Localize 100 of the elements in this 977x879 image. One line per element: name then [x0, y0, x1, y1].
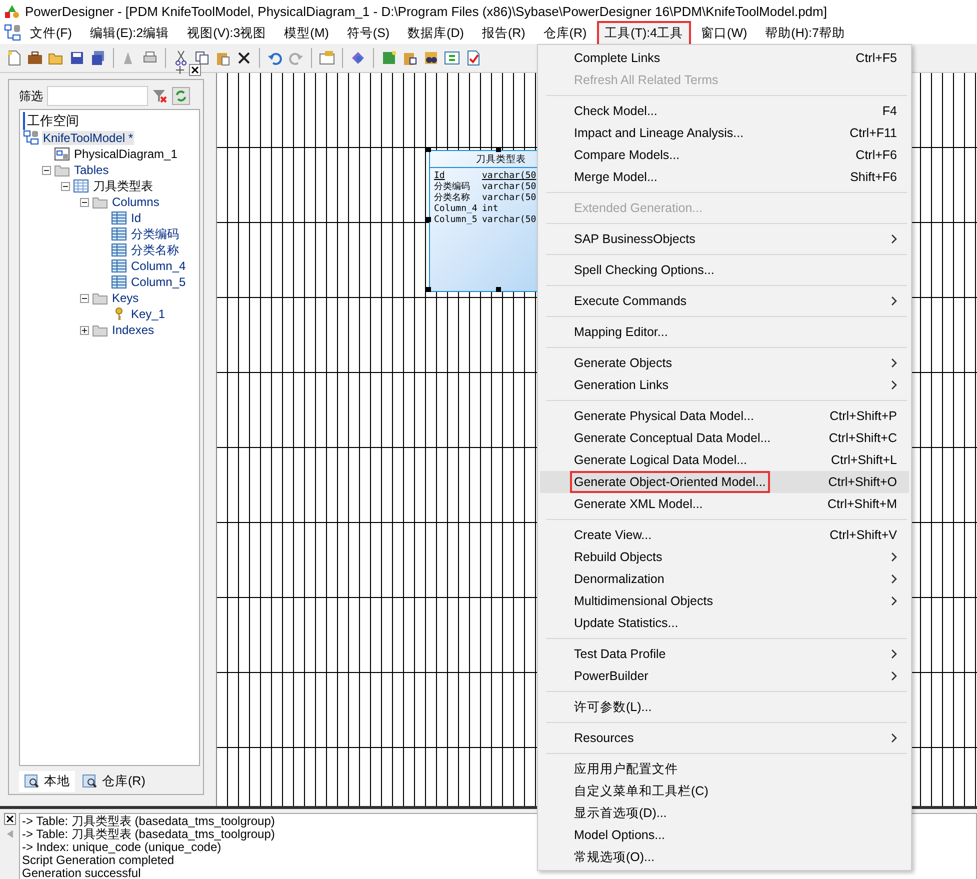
menu-item[interactable]: Generate Physical Data Model... Ctrl+Shift+P: [540, 405, 909, 427]
tree-item[interactable]: 分类名称: [130, 242, 180, 258]
delete-icon[interactable]: [236, 50, 252, 66]
menu-item[interactable]: 显示首选项(D)...: [540, 802, 909, 824]
copy-icon[interactable]: [194, 50, 210, 66]
menu-item[interactable]: Generate Logical Data Model... Ctrl+Shift+L: [540, 449, 909, 471]
binoculars-icon[interactable]: [423, 50, 439, 66]
menu-item[interactable]: Create View... Ctrl+Shift+V: [540, 524, 909, 546]
output-line: -> Table: 刀具类型表 (basedata_tms_toolgroup): [22, 815, 275, 828]
collapse-icon[interactable]: [80, 294, 89, 302]
menu-item[interactable]: Impact and Lineage Analysis... Ctrl+F11: [540, 122, 909, 144]
menu-item[interactable]: 仓库(R): [535, 20, 595, 46]
new-document-icon[interactable]: [6, 50, 22, 66]
menu-item[interactable]: PowerBuilder: [540, 665, 909, 687]
menu-item[interactable]: Complete Links Ctrl+F5: [540, 47, 909, 69]
properties-icon[interactable]: [319, 50, 335, 66]
table-icon: [73, 178, 89, 194]
menu-item[interactable]: Compare Models... Ctrl+F6: [540, 144, 909, 166]
menu-item[interactable]: Check Model... F4: [540, 100, 909, 122]
menu-item[interactable]: Generate Objects: [540, 352, 909, 374]
model-tree-icon[interactable]: [4, 24, 22, 42]
menu-item[interactable]: SAP BusinessObjects: [540, 228, 909, 250]
selection-handle[interactable]: [426, 147, 431, 152]
refresh-icon[interactable]: [444, 50, 460, 66]
tree-item[interactable]: Id: [130, 211, 142, 225]
menu-item[interactable]: Model Options...: [540, 824, 909, 846]
tree-item[interactable]: Keys: [111, 291, 140, 305]
menu-item[interactable]: 应用用户配置文件: [540, 758, 909, 780]
panel-tab[interactable]: 仓库(R): [77, 770, 150, 792]
menu-item[interactable]: 工具(T):4工具: [596, 20, 692, 46]
help-icon[interactable]: [350, 50, 366, 66]
panel-tab[interactable]: 本地: [19, 770, 75, 792]
menu-item[interactable]: Generate XML Model... Ctrl+Shift+M: [540, 493, 909, 515]
shortcut-label: F4: [882, 104, 897, 118]
selection-handle[interactable]: [496, 147, 501, 152]
column-icon: [111, 226, 127, 242]
menu-item[interactable]: 报告(R): [474, 20, 534, 46]
tree-item[interactable]: Tables: [73, 163, 110, 177]
table-entity[interactable]: 刀具类型表 Id varchar(50 分类编码 varchar(50 分类名称 varchar(50 Column_4 int Column_5 varchar(50: [429, 150, 539, 292]
menu-item[interactable]: 文件(F): [22, 20, 80, 46]
menu-item[interactable]: 自定义菜单和工具栏(C): [540, 780, 909, 802]
menu-item[interactable]: Generate Object-Oriented Model... Ctrl+Shift+O: [540, 471, 909, 493]
paste-icon[interactable]: [215, 50, 231, 66]
collapse-icon[interactable]: [80, 198, 89, 206]
tree-item[interactable]: Indexes: [111, 323, 156, 337]
tree-item[interactable]: Column_4: [130, 259, 187, 273]
undo-icon[interactable]: [267, 50, 283, 66]
shortcut-label: Ctrl+Shift+C: [828, 431, 897, 445]
tree-item[interactable]: Column_5: [130, 275, 187, 289]
menu-item[interactable]: 许可参数(L)...: [540, 696, 909, 718]
shortcut-label: Ctrl+Shift+L: [830, 453, 897, 467]
menu-item[interactable]: 数据库(D): [400, 20, 472, 46]
close-icon[interactable]: [189, 64, 201, 76]
menu-item[interactable]: 窗口(W): [693, 20, 756, 46]
filter-field[interactable]: [47, 86, 148, 106]
menu-item[interactable]: Denormalization: [540, 568, 909, 590]
tree-item[interactable]: KnifeToolModel *: [42, 131, 134, 145]
check-document-icon[interactable]: [465, 50, 481, 66]
tree-item[interactable]: 刀具类型表: [92, 178, 154, 194]
menu-item[interactable]: 模型(M): [276, 20, 337, 46]
refresh-icon[interactable]: [172, 87, 190, 105]
menu-item[interactable]: Spell Checking Options...: [540, 259, 909, 281]
collapse-icon[interactable]: [42, 166, 51, 174]
briefcase-icon[interactable]: [27, 50, 43, 66]
tree-item[interactable]: 分类编码: [130, 226, 180, 242]
selection-handle[interactable]: [426, 287, 431, 292]
tree-item[interactable]: Key_1: [130, 307, 166, 321]
column-name: Column_5: [434, 215, 478, 226]
model-tree-icon: [23, 130, 39, 146]
cut-icon[interactable]: [173, 50, 189, 66]
menu-item[interactable]: Resources: [540, 727, 909, 749]
new-model-icon[interactable]: [381, 50, 397, 66]
search-icon: [24, 773, 40, 789]
menu-item[interactable]: 视图(V):3视图: [179, 20, 274, 46]
shortcut-label: Ctrl+F5: [856, 51, 897, 65]
menu-item[interactable]: Update Statistics...: [540, 612, 909, 634]
expand-icon[interactable]: [80, 326, 89, 334]
save-icon[interactable]: [69, 50, 85, 66]
menu-item[interactable]: Generate Conceptual Data Model... Ctrl+Shift+C: [540, 427, 909, 449]
selection-handle[interactable]: [426, 217, 431, 222]
column-icon: [111, 210, 127, 226]
menu-item[interactable]: Merge Model... Shift+F6: [540, 166, 909, 188]
menu-item[interactable]: 常规选项(O)...: [540, 846, 909, 868]
menu-item[interactable]: Multidimensional Objects: [540, 590, 909, 612]
paste-shortcut-icon[interactable]: [402, 50, 418, 66]
menu-item[interactable]: Mapping Editor...: [540, 321, 909, 343]
tree-item[interactable]: PhysicalDiagram_1: [73, 147, 178, 161]
close-icon[interactable]: [4, 813, 16, 825]
save-all-icon[interactable]: [90, 50, 106, 66]
menu-item[interactable]: 帮助(H):7帮助: [757, 20, 853, 46]
collapse-icon[interactable]: [61, 182, 70, 190]
menu-item[interactable]: 编辑(E):2编辑: [82, 20, 178, 46]
menu-item[interactable]: Generation Links: [540, 374, 909, 396]
selection-handle[interactable]: [496, 287, 501, 292]
clear-filter-icon[interactable]: [152, 88, 168, 104]
tree-item[interactable]: Columns: [111, 195, 160, 209]
menu-item[interactable]: Execute Commands: [540, 290, 909, 312]
menu-item[interactable]: Rebuild Objects: [540, 546, 909, 568]
menu-item[interactable]: 符号(S): [338, 20, 398, 46]
menu-item[interactable]: Test Data Profile: [540, 643, 909, 665]
